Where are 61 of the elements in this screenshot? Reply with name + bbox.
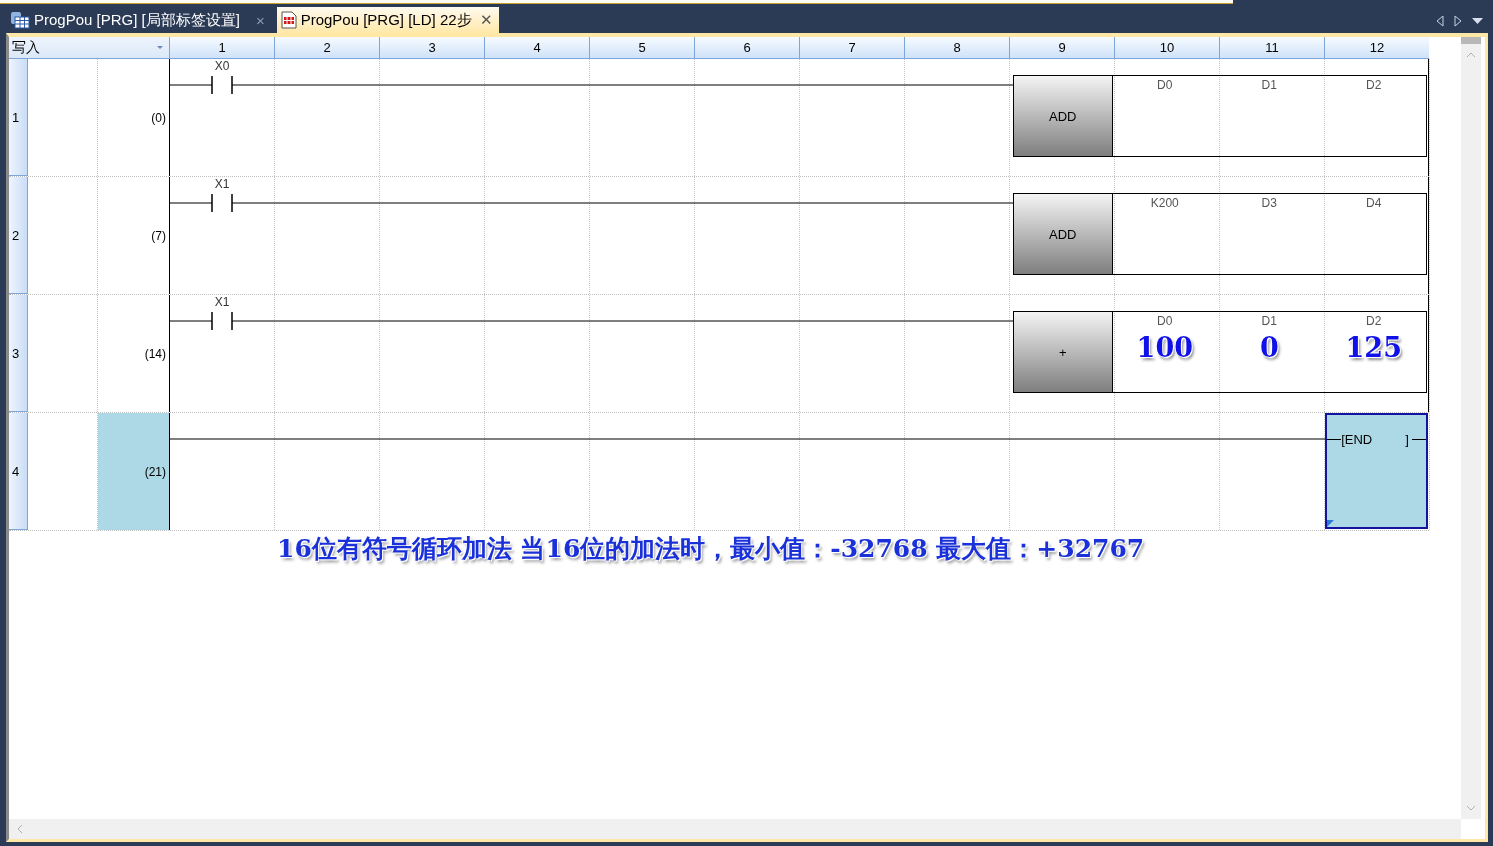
close-button[interactable]: × xyxy=(255,11,265,29)
scroll-right-icon[interactable] xyxy=(1454,15,1462,27)
step-number: (21) xyxy=(98,413,169,530)
caption-text: 16位有符号循环加法 当16位的加法时，最小值：-32768 最大值：+32767 xyxy=(277,533,1145,565)
contact-icon xyxy=(211,311,233,331)
scroll-up-icon[interactable] xyxy=(1466,52,1476,58)
document-icon xyxy=(280,11,297,29)
operand-label: D2 xyxy=(1366,314,1382,328)
end-label: [END xyxy=(1341,432,1374,447)
row-number: 4 xyxy=(9,413,28,530)
operand-label: D1 xyxy=(1261,314,1277,328)
table-icon xyxy=(10,11,30,29)
corner-icon xyxy=(1327,520,1334,527)
operand-value: 125 xyxy=(1345,332,1402,363)
column-header: 11 xyxy=(1219,37,1324,58)
operand-value: 100 xyxy=(1136,332,1193,363)
operand-label: D0 xyxy=(1157,314,1173,328)
column-header: 7 xyxy=(799,37,904,58)
caret-icon[interactable] xyxy=(157,45,163,50)
function-box: ADD xyxy=(1014,194,1113,274)
step-number: (0) xyxy=(150,109,167,127)
operand-label: D1 xyxy=(1261,78,1277,92)
row-number: 3 xyxy=(9,295,28,412)
column-header: 6 xyxy=(694,37,799,58)
row-number: 1 xyxy=(9,59,28,176)
contact-label: X0 xyxy=(213,59,231,73)
operand-label: D4 xyxy=(1366,196,1382,210)
editor-tab[interactable]: ProgPou [PRG] [局部标签设置] × xyxy=(6,7,271,33)
step-number: (14) xyxy=(143,345,167,363)
contact-icon xyxy=(211,75,233,95)
scroll-down-icon[interactable] xyxy=(1466,805,1476,811)
close-button[interactable]: ✕ xyxy=(479,11,493,29)
horizontal-scrollbar[interactable] xyxy=(9,819,1461,839)
function-box: ADD xyxy=(1014,76,1113,156)
vertical-scrollbar[interactable] xyxy=(1461,37,1481,819)
editor-tab[interactable]: ProgPou [PRG] [LD] 22步 ✕ xyxy=(276,7,499,33)
operand-value: 0 xyxy=(1259,332,1279,363)
column-header: 12 xyxy=(1324,37,1429,58)
scroll-left-icon[interactable] xyxy=(1436,15,1444,27)
operand-label: D3 xyxy=(1261,196,1277,210)
contact-icon xyxy=(211,193,233,213)
contact-label: X1 xyxy=(213,177,231,191)
column-header: 3 xyxy=(379,37,484,58)
column-header: 8 xyxy=(904,37,1009,58)
operand-label: D0 xyxy=(1157,78,1173,92)
column-header: 5 xyxy=(589,37,694,58)
mode-header[interactable]: 写入 xyxy=(9,37,169,58)
row-number: 2 xyxy=(9,177,28,294)
function-box: + xyxy=(1014,312,1113,392)
column-header: 9 xyxy=(1009,37,1114,58)
end-bracket: ] xyxy=(1405,432,1410,447)
step-number: (7) xyxy=(150,227,167,245)
dropdown-icon[interactable] xyxy=(1472,17,1483,25)
column-header: 10 xyxy=(1114,37,1219,58)
operand-label: K200 xyxy=(1150,196,1179,210)
column-header: 1 xyxy=(169,37,274,58)
contact-label: X1 xyxy=(213,295,231,309)
column-header: 4 xyxy=(484,37,589,58)
column-header: 2 xyxy=(274,37,379,58)
splitter-handle[interactable] xyxy=(1461,37,1481,44)
operand-label: D2 xyxy=(1366,78,1382,92)
